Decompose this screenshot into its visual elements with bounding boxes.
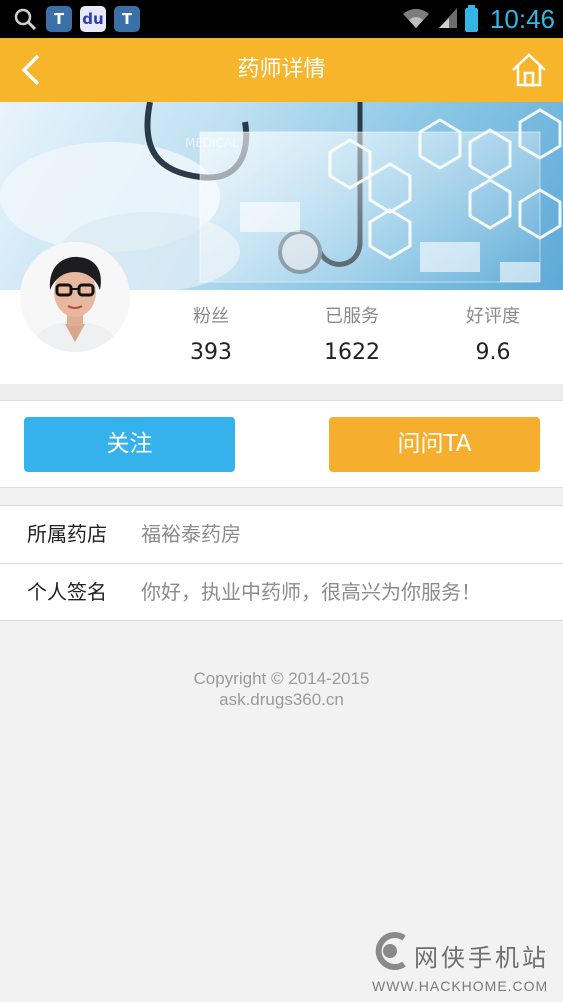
baidu-notification-icon: du <box>80 6 106 32</box>
stat-rating: 好评度 9.6 <box>433 304 553 365</box>
search-icon <box>12 6 38 32</box>
footer: Copyright © 2014-2015 ask.drugs360.cn <box>0 668 563 710</box>
signal-icon <box>437 6 459 34</box>
signature-label: 个人签名 <box>27 580 107 604</box>
ask-button[interactable]: 问问TA <box>329 417 540 472</box>
pharmacy-row: 所属药店 福裕泰药房 <box>0 506 563 564</box>
wifi-icon <box>401 6 431 34</box>
copyright-text: Copyright © 2014-2015 <box>193 669 370 688</box>
stat-value: 1622 <box>324 340 380 365</box>
follow-button[interactable]: 关注 <box>24 417 235 472</box>
watermark-logo-icon <box>375 932 406 970</box>
home-button[interactable] <box>509 50 549 90</box>
pharmacy-label: 所属药店 <box>27 522 107 546</box>
app-notification-icon: T <box>46 6 72 32</box>
page-title: 药师详情 <box>237 57 326 82</box>
status-bar: T du T 10:46 <box>0 0 563 38</box>
signature-value: 你好，执业中药师，很高兴为你服务！ <box>141 580 481 604</box>
stat-label: 粉丝 <box>193 306 229 327</box>
home-icon <box>512 53 546 87</box>
pharmacist-info: 所属药店 福裕泰药房 个人签名 你好，执业中药师，很高兴为你服务！ <box>0 505 563 621</box>
title-bar: 药师详情 <box>0 38 563 102</box>
section-divider <box>0 384 563 400</box>
site-url: ask.drugs360.cn <box>219 690 344 709</box>
watermark: 网侠手机站 WWW.HACKHOME.COM <box>368 928 558 1000</box>
action-bar: 关注 问问TA <box>0 400 563 488</box>
watermark-brand: 网侠手机站 <box>414 944 549 972</box>
signature-row: 个人签名 你好，执业中药师，很高兴为你服务！ <box>0 564 563 621</box>
app-notification-icon-2: T <box>114 6 140 32</box>
pharmacist-avatar <box>20 242 130 352</box>
stat-value: 393 <box>190 340 232 365</box>
stat-label: 已服务 <box>325 306 379 327</box>
banner-text: MEDICAL <box>185 136 239 150</box>
watermark-url: WWW.HACKHOME.COM <box>372 978 549 994</box>
stat-fans: 粉丝 393 <box>151 304 271 365</box>
stat-label: 好评度 <box>466 306 520 327</box>
pharmacy-value: 福裕泰药房 <box>141 522 241 546</box>
clock: 10:46 <box>489 4 555 34</box>
stat-served: 已服务 1622 <box>292 304 412 365</box>
stat-value: 9.6 <box>475 340 511 365</box>
battery-icon <box>464 4 478 32</box>
